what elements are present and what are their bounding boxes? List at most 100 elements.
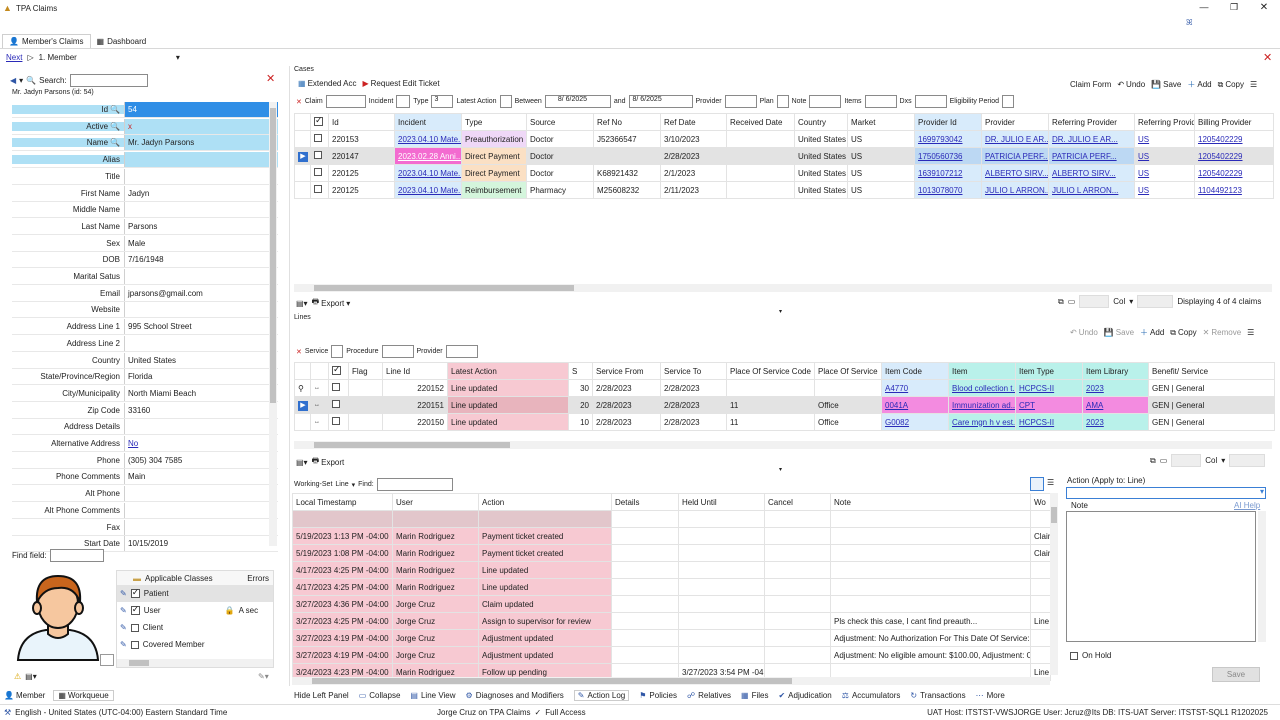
cell-country[interactable]: United States (794, 147, 848, 165)
cell-incident[interactable]: 2023.04.10 Mate... (394, 164, 462, 182)
cell-ref-date[interactable]: 2/1/2023 (660, 164, 727, 182)
cell-market[interactable]: US (847, 164, 915, 182)
column-header[interactable]: Flag (348, 362, 383, 380)
field-value[interactable]: 7/16/1948 (124, 252, 278, 268)
request-edit-ticket-button[interactable]: ▶ Request Edit Ticket (362, 79, 439, 88)
class-item[interactable]: ✎ Covered Member (117, 636, 273, 653)
field-value[interactable]: Main (124, 469, 278, 485)
type-filter-select[interactable]: 3 (431, 95, 454, 108)
action-save-button[interactable]: Save (1212, 667, 1260, 682)
edit-icon[interactable]: ✎ (120, 623, 127, 632)
field-value[interactable]: Mr. Jadyn Parsons (124, 135, 278, 151)
cell-billing[interactable]: 1104492123 (1194, 181, 1274, 199)
class-checkbox[interactable] (130, 623, 139, 632)
cell-item-type[interactable]: HCPCS-II (1015, 413, 1083, 431)
table-row[interactable]: ▶ 220147 2023.02.28 Anni... Direct Payment D… (294, 147, 1274, 165)
col-input[interactable] (1171, 454, 1202, 467)
filter-cell[interactable] (1030, 510, 1051, 528)
cell-provider-id[interactable]: 1699793042 (914, 130, 982, 148)
column-header[interactable]: Id (328, 113, 395, 131)
cell-s[interactable]: 10 (568, 413, 593, 431)
member-field-row[interactable]: City/Municipality North Miami Beach (12, 385, 278, 402)
cell-referring[interactable]: PATRICIA PERF... (1048, 147, 1135, 165)
column-header[interactable]: Country (794, 113, 848, 131)
cell-ref-date[interactable]: 2/28/2023 (660, 147, 727, 165)
class-checkbox[interactable] (130, 640, 139, 649)
cell-item-type[interactable]: CPT (1015, 396, 1083, 414)
field-value[interactable]: x (124, 118, 278, 134)
table-row[interactable]: 220125 2023.04.10 Mate... Reimbursement Pha… (294, 181, 1274, 199)
undo-button[interactable]: ↶ Undo (1117, 80, 1145, 89)
scroll-thumb[interactable] (270, 108, 276, 403)
scroll-thumb[interactable] (312, 678, 792, 684)
column-header[interactable]: Item Code (881, 362, 949, 380)
row-checkbox[interactable] (328, 379, 349, 397)
minimize-icon[interactable]: — (1196, 1, 1212, 13)
cell-action[interactable]: Line updated (447, 413, 569, 431)
cell-id[interactable]: 220125 (328, 164, 395, 182)
cell-billing[interactable]: 1205402229 (1194, 130, 1274, 148)
cell-pos-code[interactable] (726, 379, 815, 397)
page-input[interactable] (1229, 454, 1266, 467)
field-value[interactable] (124, 502, 278, 518)
cell-line-id[interactable]: 220150 (382, 413, 448, 431)
breadcrumb-dropdown-icon[interactable]: ▾ (176, 53, 180, 62)
cell-provider-id[interactable]: 1013078070 (914, 181, 982, 199)
cell-country[interactable]: United States (794, 181, 848, 199)
cell-country[interactable]: United States (794, 164, 848, 182)
note-scrollbar[interactable] (1258, 511, 1266, 642)
edit-icon[interactable]: ✎ (120, 589, 127, 598)
cell-to[interactable]: 2/28/2023 (660, 396, 727, 414)
class-item[interactable]: ✎ Client (117, 619, 273, 636)
cell-id[interactable]: 220125 (328, 181, 395, 199)
field-value[interactable] (124, 519, 278, 535)
avatar-edit-box[interactable] (100, 654, 114, 666)
eligibility-filter-dropdown[interactable] (1002, 95, 1015, 108)
expand-cell[interactable]: ↔ (310, 379, 329, 397)
cell-market[interactable]: US (847, 181, 915, 199)
cell-source[interactable]: Pharmacy (526, 181, 594, 199)
field-value[interactable] (124, 168, 278, 184)
cell-incident[interactable]: 2023.04.10 Mate... (394, 181, 462, 199)
cell-ref-type[interactable]: US (1134, 164, 1195, 182)
field-value[interactable]: No (124, 436, 278, 451)
add-button[interactable]: ＋ Add (1187, 79, 1211, 90)
column-header[interactable]: Line Id (382, 362, 448, 380)
menu-icon[interactable]: ☰ (1250, 80, 1257, 89)
field-value[interactable]: United States (124, 352, 278, 368)
table-row[interactable]: ▶ ↔ 220151 Line updated 20 2/28/2023 2/28/2023… (294, 396, 1275, 414)
cell-library[interactable]: AMA (1082, 396, 1149, 414)
column-header[interactable]: Action (478, 493, 612, 511)
cell-billing[interactable]: 1205402229 (1194, 147, 1274, 165)
field-value[interactable] (124, 419, 278, 435)
cell-country[interactable]: United States (794, 130, 848, 148)
filter-cell[interactable] (392, 510, 479, 528)
member-field-row[interactable]: First Name Jadyn (12, 185, 278, 202)
cell-ref-no[interactable]: M25608232 (593, 181, 661, 199)
dropdown-icon[interactable]: ▾ (1129, 297, 1133, 306)
column-header[interactable]: Details (611, 493, 679, 511)
export-button[interactable]: 🖶 Export (312, 455, 345, 469)
cell-ref-type[interactable]: US (1134, 130, 1195, 148)
member-field-row[interactable]: Country United States (12, 352, 278, 369)
dropdown-icon[interactable]: ▾ (1221, 456, 1225, 465)
cell-pos-code[interactable]: 11 (726, 413, 815, 431)
tab-adjudication[interactable]: ✔ Adjudication (778, 691, 831, 700)
log-hscrollbar[interactable] (292, 677, 1050, 685)
table-row[interactable]: 3/27/2023 4:25 PM -04:00 Jorge Cruz Assign… (292, 612, 1051, 630)
member-field-row[interactable]: Email jparsons@gmail.com (12, 285, 278, 302)
row-checkbox[interactable] (310, 164, 329, 182)
tab-member[interactable]: 👤 Member (4, 691, 45, 700)
incident-filter-dropdown[interactable] (396, 95, 411, 108)
cell-item[interactable]: Immunization ad... (948, 396, 1016, 414)
splitter-arrow-icon[interactable]: ▾ (779, 466, 782, 473)
cell-received[interactable] (726, 147, 795, 165)
member-field-row[interactable]: Fax (12, 519, 278, 536)
cell-pos-code[interactable]: 11 (726, 396, 815, 414)
member-field-row[interactable]: Title (12, 168, 278, 185)
cell-ref-no[interactable] (593, 147, 661, 165)
member-field-row[interactable]: Id 🔍 54 (12, 102, 278, 118)
procedure-filter-input[interactable] (381, 345, 414, 358)
cell-to[interactable]: 2/28/2023 (660, 379, 727, 397)
clear-filter-icon[interactable]: ✕ (296, 348, 302, 356)
